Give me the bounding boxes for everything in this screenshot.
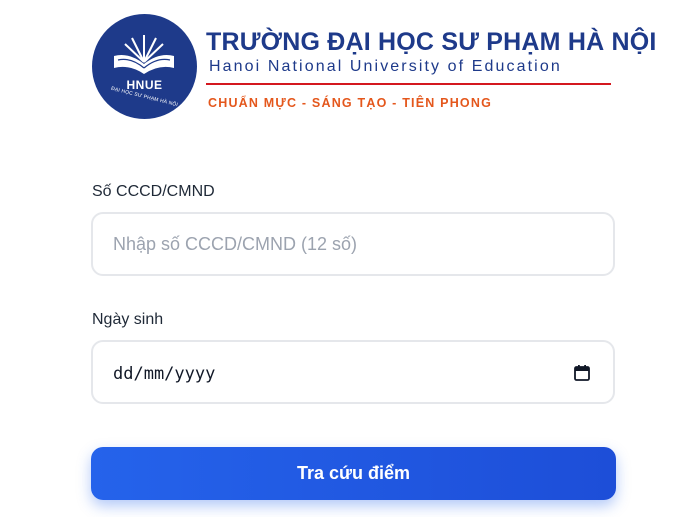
date-of-birth-input[interactable]: dd/mm/yyyy [91, 340, 615, 404]
id-number-label: Số CCCD/CMND [92, 183, 215, 200]
university-name-vi: TRƯỜNG ĐẠI HỌC SƯ PHẠM HÀ NỘI [206, 28, 657, 56]
date-of-birth-label: Ngày sinh [92, 311, 164, 328]
university-header: HNUE ĐẠI HỌC SƯ PHẠM HÀ NỘI TRƯỜNG ĐẠI H… [92, 14, 656, 122]
university-logo: HNUE ĐẠI HỌC SƯ PHẠM HÀ NỘI [92, 14, 197, 119]
score-lookup-page: HNUE ĐẠI HỌC SƯ PHẠM HÀ NỘI TRƯỜNG ĐẠI H… [0, 0, 700, 517]
lookup-scores-button[interactable]: Tra cứu điểm [91, 447, 616, 500]
date-of-birth-value: dd/mm/yyyy [113, 364, 216, 384]
calendar-icon[interactable] [573, 364, 591, 382]
header-divider [206, 83, 611, 85]
university-motto: CHUẨN MỰC - SÁNG TẠO - TIÊN PHONG [208, 96, 492, 110]
id-number-input[interactable]: Nhập số CCCD/CMND (12 số) [91, 212, 615, 276]
id-number-placeholder: Nhập số CCCD/CMND (12 số) [113, 234, 358, 254]
university-name-en: Hanoi National University of Education [209, 58, 562, 75]
